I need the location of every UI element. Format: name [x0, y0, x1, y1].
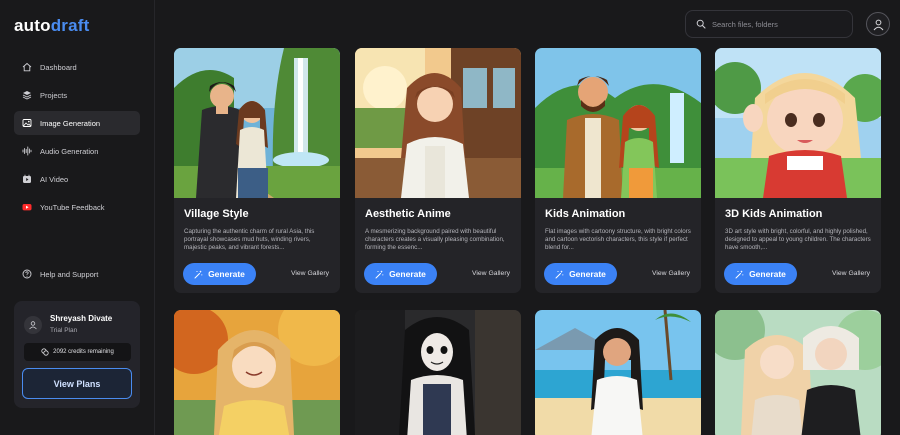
- sidebar-item-ai-video[interactable]: AI Video: [14, 167, 140, 191]
- layers-icon: [22, 90, 32, 100]
- generate-label: Generate: [749, 269, 786, 279]
- magic-wand-icon: [194, 270, 203, 278]
- view-gallery-link[interactable]: View Gallery: [472, 270, 510, 277]
- generate-button[interactable]: Generate: [183, 263, 256, 285]
- generate-button[interactable]: Generate: [544, 263, 617, 285]
- app-logo[interactable]: autodraft: [14, 16, 89, 36]
- image-icon: [22, 118, 32, 128]
- profile-button[interactable]: [866, 12, 890, 36]
- generate-button[interactable]: Generate: [724, 263, 797, 285]
- sidebar-item-label: YouTube Feedback: [40, 202, 105, 212]
- logo-suffix: draft: [50, 16, 90, 35]
- card-thumbnail[interactable]: [174, 48, 340, 198]
- view-gallery-link[interactable]: View Gallery: [652, 270, 690, 277]
- search-icon: [696, 19, 706, 29]
- sidebar-nav: Dashboard Projects Image Generation Audi…: [14, 55, 140, 223]
- sidebar-item-help[interactable]: Help and Support: [14, 262, 140, 286]
- user-name: Shreyash Divate: [50, 314, 113, 323]
- style-card-aesthetic-anime[interactable]: Aesthetic Anime A mesmerizing background…: [355, 48, 521, 293]
- sidebar-item-image-generation[interactable]: Image Generation: [14, 111, 140, 135]
- card-description: Flat images with cartoony structure, wit…: [545, 228, 691, 251]
- style-card-kids-animation[interactable]: Kids Animation Flat images with cartoony…: [535, 48, 701, 293]
- generate-button[interactable]: Generate: [364, 263, 437, 285]
- sidebar-item-label: Image Generation: [40, 118, 101, 128]
- view-gallery-link[interactable]: View Gallery: [291, 270, 329, 277]
- user-avatar-icon: [24, 316, 42, 334]
- user-card: Shreyash Divate Trial Plan 2092 credits …: [14, 301, 140, 408]
- card-title: Aesthetic Anime: [365, 208, 451, 220]
- card-thumbnail[interactable]: [715, 48, 881, 198]
- card-thumbnail[interactable]: [355, 48, 521, 198]
- view-gallery-link[interactable]: View Gallery: [832, 270, 870, 277]
- sidebar-item-label: Audio Generation: [40, 146, 99, 156]
- sidebar-item-dashboard[interactable]: Dashboard: [14, 55, 140, 79]
- magic-wand-icon: [375, 270, 384, 278]
- magic-wand-icon: [555, 270, 564, 278]
- search-bar[interactable]: [685, 10, 853, 38]
- sidebar-item-label: Help and Support: [40, 269, 99, 279]
- waveform-icon: [22, 146, 32, 156]
- style-card-thumbnail-autumn[interactable]: [174, 310, 340, 435]
- card-title: Kids Animation: [545, 208, 626, 220]
- video-icon: [22, 174, 32, 184]
- card-description: 3D art style with bright, colorful, and …: [725, 228, 871, 251]
- credits-label: 2092 credits remaining: [53, 349, 114, 355]
- style-card-thumbnail-dark[interactable]: [355, 310, 521, 435]
- help-circle-icon: [22, 269, 32, 279]
- youtube-icon: [22, 202, 32, 212]
- sidebar-item-label: AI Video: [40, 174, 69, 184]
- user-icon: [873, 19, 883, 30]
- card-title: 3D Kids Animation: [725, 208, 823, 220]
- credits-badge: 2092 credits remaining: [24, 343, 131, 361]
- style-card-thumbnail-couple[interactable]: [715, 310, 881, 435]
- logo-prefix: auto: [14, 16, 51, 35]
- sidebar-item-projects[interactable]: Projects: [14, 83, 140, 107]
- card-description: A mesmerizing background paired with bea…: [365, 228, 505, 251]
- generate-label: Generate: [389, 269, 426, 279]
- sidebar-item-label: Projects: [40, 90, 68, 100]
- search-input[interactable]: [712, 19, 842, 29]
- card-title: Village Style: [184, 208, 249, 220]
- style-card-thumbnail-beach[interactable]: [535, 310, 701, 435]
- magic-wand-icon: [735, 270, 744, 278]
- card-description: Capturing the authentic charm of rural A…: [184, 228, 315, 251]
- sidebar-item-youtube-feedback[interactable]: YouTube Feedback: [14, 195, 140, 219]
- home-icon: [22, 62, 32, 72]
- user-plan: Trial Plan: [50, 327, 78, 334]
- card-thumbnail[interactable]: [535, 48, 701, 198]
- style-card-3d-kids-animation[interactable]: 3D Kids Animation 3D art style with brig…: [715, 48, 881, 293]
- sidebar-item-audio-generation[interactable]: Audio Generation: [14, 139, 140, 163]
- view-plans-button[interactable]: View Plans: [22, 368, 132, 399]
- help-section: Help and Support: [14, 262, 140, 290]
- generate-label: Generate: [569, 269, 606, 279]
- sidebar: autodraft Dashboard Projects Image Gener…: [0, 0, 155, 435]
- coins-icon: [41, 348, 49, 356]
- generate-label: Generate: [208, 269, 245, 279]
- style-card-village[interactable]: Village Style Capturing the authentic ch…: [174, 48, 340, 293]
- sidebar-item-label: Dashboard: [40, 62, 77, 72]
